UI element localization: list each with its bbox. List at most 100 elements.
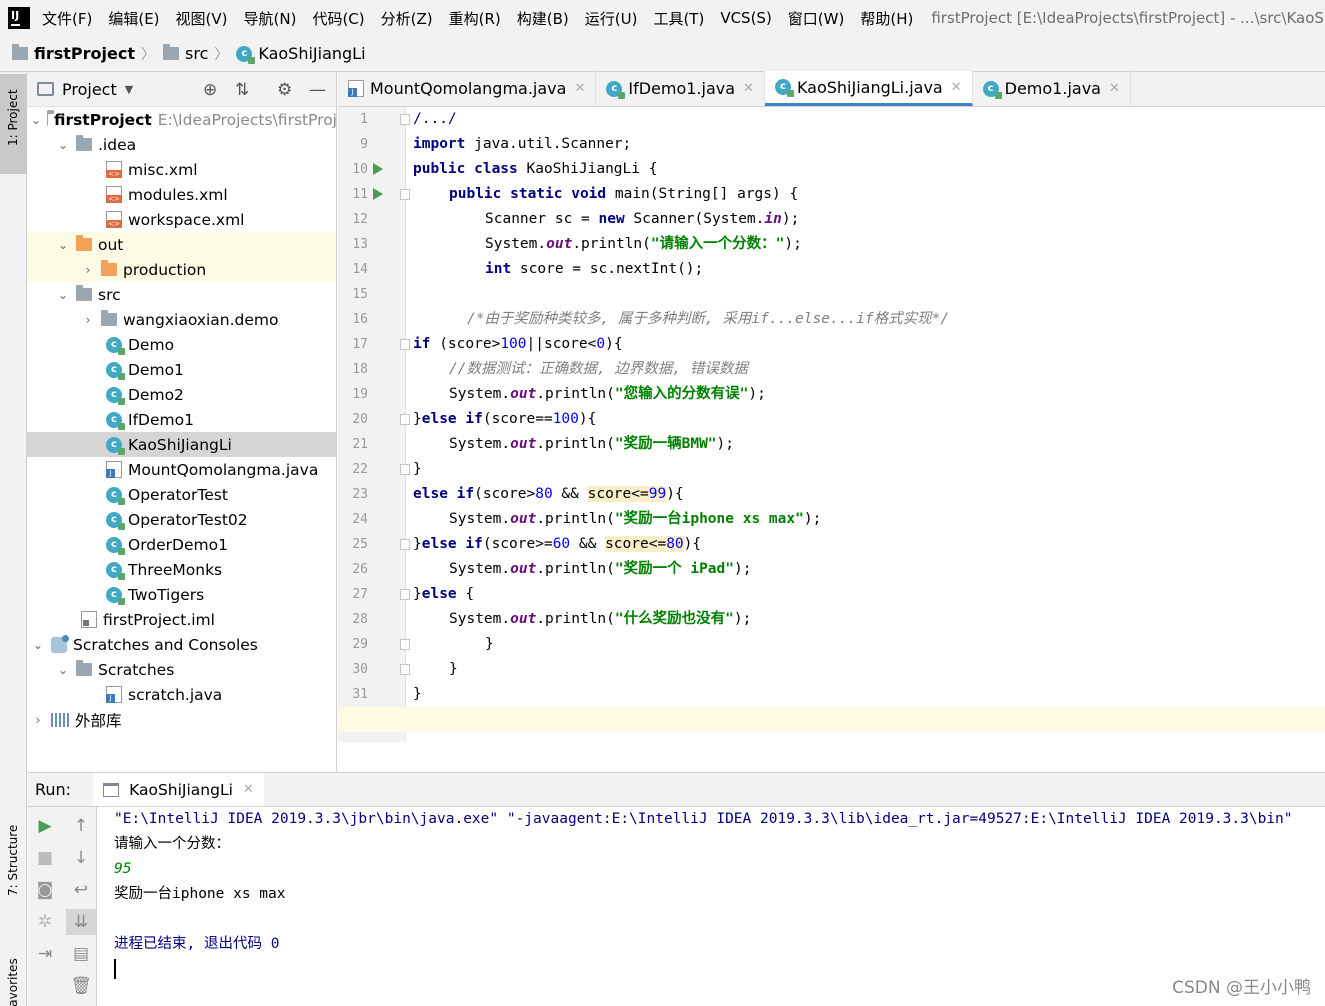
fold-icon[interactable]: [400, 539, 410, 550]
code-editor[interactable]: 1 9 10 11 12 13 14 15 16 17 18 19 20 21 …: [338, 107, 1325, 772]
tree-item-out[interactable]: ⌄ out: [27, 232, 336, 257]
menu-build[interactable]: 构建(B): [517, 8, 569, 29]
tree-item-demo[interactable]: c Demo: [27, 332, 336, 357]
gear-icon[interactable]: ⚙: [277, 80, 292, 100]
chevron-down-icon[interactable]: ⌄: [56, 238, 70, 252]
run-main-icon[interactable]: [373, 188, 383, 200]
menu-run[interactable]: 运行(U): [585, 8, 638, 29]
stop-icon[interactable]: ■: [32, 845, 58, 871]
tree-item-misc[interactable]: misc.xml: [27, 157, 336, 182]
arrow-down-icon[interactable]: ↓: [68, 845, 94, 871]
tab-kaoshijiangli[interactable]: c KaoShiJiangLi.java ✕: [764, 71, 973, 106]
menu-analyze[interactable]: 分析(Z): [381, 8, 433, 29]
chevron-down-icon[interactable]: ▼: [125, 83, 133, 96]
tree-item-threemonks[interactable]: c ThreeMonks: [27, 557, 336, 582]
menu-vcs[interactable]: VCS(S): [720, 9, 771, 27]
tree-item-workspace[interactable]: workspace.xml: [27, 207, 336, 232]
tab-mountqomolangma[interactable]: MountQomolangma.java ✕: [338, 71, 597, 106]
tree-item-scratch-java[interactable]: scratch.java: [27, 682, 336, 707]
tree-item-production[interactable]: › production: [27, 257, 336, 282]
tree-item-modules[interactable]: modules.xml: [27, 182, 336, 207]
chevron-right-icon[interactable]: ›: [81, 313, 95, 327]
close-icon[interactable]: ✕: [574, 81, 585, 96]
code-warning-highlight[interactable]: score<=80: [605, 536, 684, 552]
chevron-down-icon[interactable]: ⌄: [56, 663, 70, 677]
fold-icon[interactable]: [400, 664, 410, 675]
menu-navigate[interactable]: 导航(N): [244, 8, 297, 29]
tree-item-demo1[interactable]: c Demo1: [27, 357, 336, 382]
tree-item-src[interactable]: ⌄ src: [27, 282, 336, 307]
camera-icon[interactable]: ◙: [32, 877, 58, 903]
chevron-right-icon[interactable]: ›: [81, 263, 95, 277]
tree-item-twotigers[interactable]: c TwoTigers: [27, 582, 336, 607]
trash-icon[interactable]: 🗑: [68, 973, 94, 999]
tree-item-external-libraries[interactable]: › 外部库: [27, 707, 336, 732]
rerun-icon[interactable]: ▶: [32, 813, 58, 839]
menu-window[interactable]: 窗口(W): [788, 8, 845, 29]
locate-file-icon[interactable]: ⊕: [203, 80, 217, 100]
tree-item-demo2[interactable]: c Demo2: [27, 382, 336, 407]
tool-tab-favorites[interactable]: 2: Favorites: [0, 918, 27, 1006]
folded-imports[interactable]: /.../: [413, 111, 457, 127]
chevron-down-icon[interactable]: ⌄: [31, 638, 45, 652]
chevron-right-icon[interactable]: ›: [31, 713, 45, 727]
tree-item-kaoshijiangli[interactable]: c KaoShiJiangLi: [27, 432, 336, 457]
fold-icon[interactable]: [400, 464, 410, 475]
hide-panel-icon[interactable]: —: [309, 80, 326, 100]
tree-item-iml[interactable]: firstProject.iml: [27, 607, 336, 632]
menu-tools[interactable]: 工具(T): [653, 8, 704, 29]
bug-icon[interactable]: ✲: [32, 909, 58, 935]
soft-wrap-icon[interactable]: ↩: [68, 877, 94, 903]
tab-demo1[interactable]: c Demo1.java ✕: [973, 71, 1131, 106]
tree-item-operatortest02[interactable]: c OperatorTest02: [27, 507, 336, 532]
tree-item-package[interactable]: › wangxiaoxian.demo: [27, 307, 336, 332]
menu-edit[interactable]: 编辑(E): [108, 8, 159, 29]
code-warning-highlight[interactable]: score<=99: [587, 486, 667, 502]
breadcrumb-file[interactable]: c KaoShiJiangLi: [236, 44, 366, 64]
collapse-all-icon[interactable]: ⇅: [235, 80, 249, 100]
close-icon[interactable]: ✕: [1109, 81, 1120, 96]
scroll-to-end-icon[interactable]: ⇊: [66, 909, 96, 935]
fold-icon[interactable]: [400, 339, 410, 350]
tree-item-root[interactable]: ⌄ firstProject E:\IdeaProjects\firstProj: [27, 107, 336, 132]
fold-icon[interactable]: [400, 414, 410, 425]
arrow-up-icon[interactable]: ↑: [68, 813, 94, 839]
menu-refactor[interactable]: 重构(R): [449, 8, 501, 29]
close-icon[interactable]: ✕: [743, 81, 754, 96]
close-icon[interactable]: ✕: [951, 80, 962, 95]
fold-icon[interactable]: [400, 114, 410, 125]
fold-icon[interactable]: [400, 639, 410, 650]
tree-item-scratches[interactable]: ⌄ Scratches: [27, 657, 336, 682]
tool-tab-project[interactable]: 1: Project: [0, 74, 27, 174]
fold-icon[interactable]: [400, 589, 410, 600]
menu-help[interactable]: 帮助(H): [860, 8, 913, 29]
tab-ifdemo1[interactable]: c IfDemo1.java ✕: [596, 71, 765, 106]
project-view-selector[interactable]: Project: [62, 80, 117, 99]
chevron-down-icon[interactable]: ⌄: [56, 288, 70, 302]
menu-file[interactable]: 文件(F): [42, 8, 92, 29]
breadcrumb-folder[interactable]: src 〉: [163, 44, 228, 64]
tree-item-operatortest[interactable]: c OperatorTest: [27, 482, 336, 507]
code-token: 80: [666, 536, 684, 552]
breadcrumb-project[interactable]: firstProject 〉: [12, 44, 155, 64]
tree-item-idea[interactable]: ⌄ .idea: [27, 132, 336, 157]
tree-item-orderdemo1[interactable]: c OrderDemo1: [27, 532, 336, 557]
chevron-down-icon[interactable]: ⌄: [56, 138, 70, 152]
fold-icon[interactable]: [400, 189, 410, 200]
tree-item-scratches-consoles[interactable]: ⌄ Scratches and Consoles: [27, 632, 336, 657]
run-console[interactable]: "E:\IntelliJ IDEA 2019.3.3\jbr\bin\java.…: [98, 807, 1325, 1006]
close-icon[interactable]: ✕: [243, 782, 254, 797]
exit-icon[interactable]: ⇥: [32, 941, 58, 967]
print-icon[interactable]: ▤: [68, 941, 94, 967]
chevron-down-icon[interactable]: ⌄: [31, 113, 41, 127]
menu-view[interactable]: 视图(V): [176, 8, 228, 29]
class-icon: c: [982, 80, 1002, 99]
tool-tab-structure[interactable]: 7: Structure: [0, 796, 27, 916]
line-number: 26: [352, 562, 368, 577]
tree-item-mountqomolangma[interactable]: MountQomolangma.java: [27, 457, 336, 482]
menu-code[interactable]: 代码(C): [312, 8, 364, 29]
run-class-icon[interactable]: [373, 163, 383, 175]
code-token: System.: [449, 511, 511, 527]
run-tab-kaoshijiangli[interactable]: KaoShiJiangLi ✕: [93, 773, 264, 806]
tree-item-ifdemo1[interactable]: c IfDemo1: [27, 407, 336, 432]
